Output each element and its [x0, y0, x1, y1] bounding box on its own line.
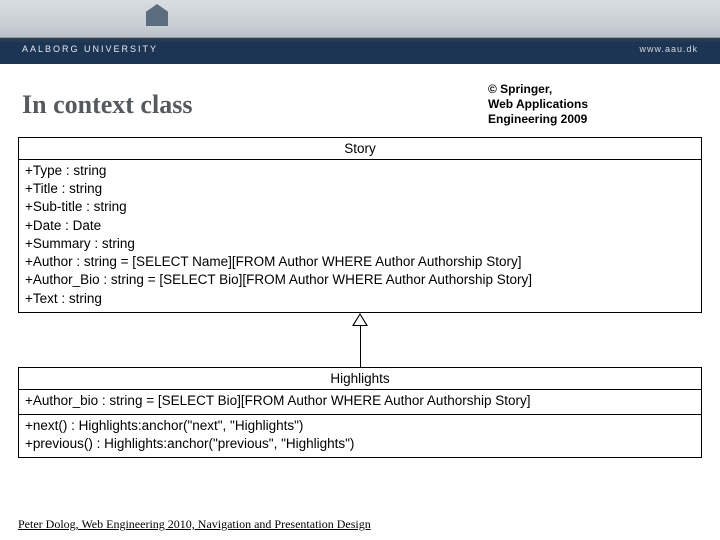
- class-name: Highlights: [19, 368, 701, 390]
- op: +next() : Highlights:anchor("next", "Hig…: [25, 417, 695, 435]
- attr: +Sub-title : string: [25, 198, 695, 216]
- university-url: www.aau.dk: [639, 44, 698, 54]
- title-row: In context class © Springer, Web Applica…: [0, 64, 720, 137]
- attr: +Summary : string: [25, 235, 695, 253]
- copyright-line: Engineering 2009: [488, 112, 588, 127]
- attr: +Date : Date: [25, 217, 695, 235]
- uml-diagram: Story +Type : string +Title : string +Su…: [18, 137, 702, 458]
- op: +previous() : Highlights:anchor("previou…: [25, 435, 695, 453]
- copyright-block: © Springer, Web Applications Engineering…: [488, 82, 698, 127]
- copyright-line: © Springer,: [488, 82, 588, 97]
- class-story: Story +Type : string +Title : string +Su…: [18, 137, 702, 313]
- attributes-compartment: +Author_bio : string = [SELECT Bio][FROM…: [19, 390, 701, 414]
- class-name: Story: [19, 138, 701, 160]
- university-name: AALBORG UNIVERSITY: [22, 44, 158, 54]
- attr: +Text : string: [25, 290, 695, 308]
- page-title: In context class: [22, 90, 192, 120]
- copyright-line: Web Applications: [488, 97, 588, 112]
- attr: +Author : string = [SELECT Name][FROM Au…: [25, 253, 695, 271]
- attr: +Author_Bio : string = [SELECT Bio][FROM…: [25, 271, 695, 289]
- attr: +Author_bio : string = [SELECT Bio][FROM…: [25, 392, 695, 410]
- attr: +Type : string: [25, 162, 695, 180]
- footer-citation: Peter Dolog, Web Engineering 2010, Navig…: [18, 517, 371, 532]
- class-highlights: Highlights +Author_bio : string = [SELEC…: [18, 367, 702, 459]
- university-logo-icon: [146, 4, 168, 26]
- attributes-compartment: +Type : string +Title : string +Sub-titl…: [19, 160, 701, 312]
- attr: +Title : string: [25, 180, 695, 198]
- operations-compartment: +next() : Highlights:anchor("next", "Hig…: [19, 414, 701, 457]
- generalization-arrow-icon: [18, 313, 702, 367]
- header-banner: AALBORG UNIVERSITY www.aau.dk: [0, 0, 720, 64]
